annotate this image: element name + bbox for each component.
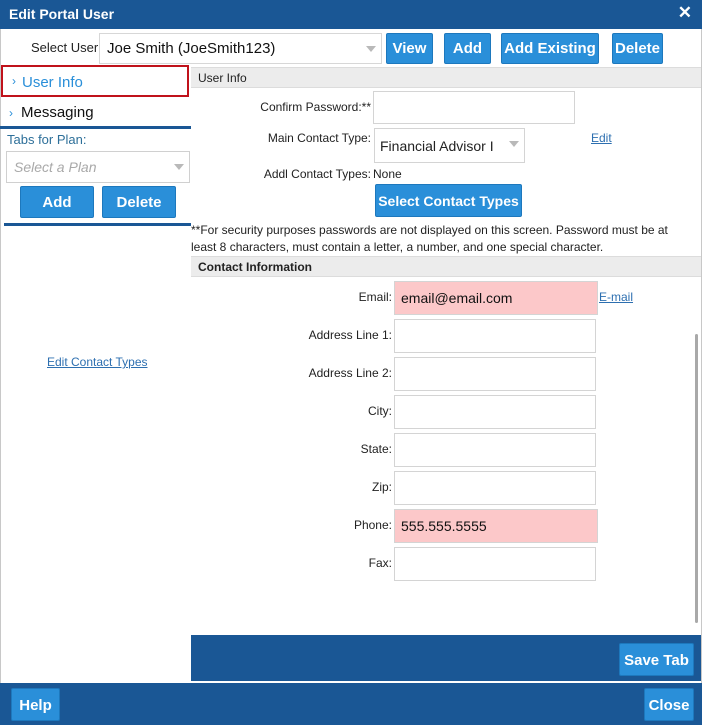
delete-tab-button[interactable]: Delete [102,186,176,218]
chevron-down-icon [174,164,184,170]
tabs-for-plan-label: Tabs for Plan: [7,132,87,147]
delete-user-button[interactable]: Delete [612,33,663,64]
address-line-1-label: Address Line 1: [308,328,392,342]
email-label: Email: [358,290,392,304]
tab-user-info-label: User Info [22,74,83,91]
addl-contact-types-value: None [373,167,402,181]
city-label: City: [368,404,392,418]
fax-label: Fax: [368,556,392,570]
state-label: State: [360,442,392,456]
select-user-label: Select User: [31,40,102,55]
address-line-1-field[interactable] [394,319,596,353]
chevron-right-icon: › [12,74,16,88]
plan-select[interactable]: Select a Plan [6,151,190,183]
edit-contact-types-link[interactable]: Edit Contact Types [47,355,148,369]
tab-messaging-label: Messaging [21,104,94,121]
title-bar: Edit Portal User ✕ [0,0,702,29]
address-line-2-field[interactable] [394,357,596,391]
chevron-right-icon: › [9,106,13,120]
phone-value: 555.555.5555 [401,518,487,534]
phone-field[interactable]: 555.555.5555 [394,509,598,543]
plan-select-placeholder: Select a Plan [14,159,97,175]
phone-label: Phone: [353,518,392,532]
city-field[interactable] [394,395,596,429]
state-field[interactable] [394,433,596,467]
content-scrollbar[interactable] [695,334,698,623]
close-button[interactable]: Close [644,688,694,721]
select-user-dropdown[interactable]: Joe Smith (JoeSmith123) [99,33,382,64]
add-existing-button[interactable]: Add Existing [501,33,599,64]
close-icon[interactable]: ✕ [678,3,692,23]
contact-information-heading: Contact Information [191,256,701,277]
footer-bar [0,683,702,725]
chevron-down-icon [366,46,376,52]
edit-contact-type-link[interactable]: Edit [591,131,612,145]
help-button[interactable]: Help [11,688,60,721]
security-note: **For security purposes passwords are no… [191,223,668,254]
main-contact-type-select[interactable]: Financial Advisor I [374,128,525,163]
view-button[interactable]: View [386,33,433,64]
addl-contact-types-label: Addl Contact Types: [263,167,371,181]
save-tab-button[interactable]: Save Tab [619,643,694,676]
add-tab-button[interactable]: Add [20,186,94,218]
email-field[interactable]: email@email.com [394,281,598,315]
confirm-password-label: Confirm Password:** [260,100,371,114]
zip-label: Zip: [371,480,392,494]
address-line-2-label: Address Line 2: [308,366,392,380]
left-divider [4,223,191,226]
select-user-value: Joe Smith (JoeSmith123) [107,40,276,57]
confirm-password-field[interactable] [373,91,575,124]
main-contact-type-label: Main Contact Type: [267,131,371,145]
tab-messaging[interactable]: › Messaging [0,99,191,129]
main-contact-type-value: Financial Advisor I [380,138,494,154]
fax-field[interactable] [394,547,596,581]
email-value: email@email.com [401,290,513,306]
add-user-button[interactable]: Add [444,33,491,64]
chevron-down-icon [509,141,519,147]
zip-field[interactable] [394,471,596,505]
window-title: Edit Portal User [9,6,115,22]
tab-user-info[interactable]: › User Info [1,65,189,97]
email-link[interactable]: E-mail [599,290,633,304]
select-contact-types-button[interactable]: Select Contact Types [375,184,522,217]
user-info-heading: User Info [191,67,701,88]
